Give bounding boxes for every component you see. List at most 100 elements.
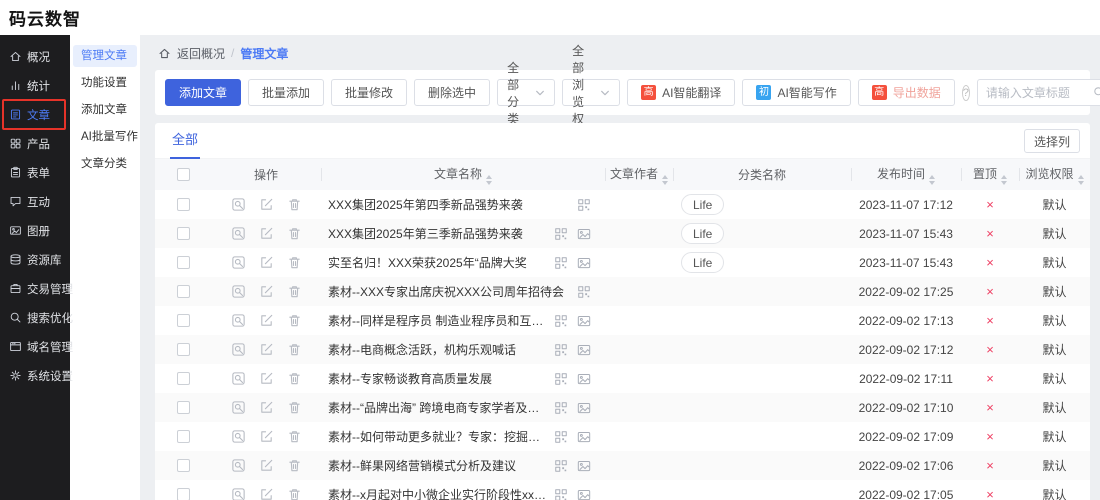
preview-icon[interactable]	[231, 487, 246, 500]
category-filter-select[interactable]: 全部分类	[497, 79, 555, 106]
edit-icon[interactable]	[259, 487, 274, 500]
sidebar-item-seo[interactable]: 搜索优化	[0, 303, 70, 332]
search-input[interactable]	[986, 86, 1087, 100]
select-all-checkbox[interactable]	[177, 168, 190, 181]
row-checkbox[interactable]	[177, 488, 190, 500]
article-name[interactable]: 素材--x月起对中小微企业实行阶段性xxx服务xxx内容	[328, 486, 554, 500]
preview-icon[interactable]	[231, 458, 246, 473]
sidebar-item-overview[interactable]: 概况	[0, 42, 70, 71]
image-icon[interactable]	[577, 343, 591, 357]
delete-icon[interactable]	[287, 400, 302, 415]
qr-code-icon[interactable]	[554, 401, 568, 415]
delete-icon[interactable]	[287, 197, 302, 212]
submenu-item-article-categories[interactable]: 文章分类	[73, 153, 137, 175]
batch-add-button[interactable]: 批量添加	[248, 79, 324, 106]
row-checkbox[interactable]	[177, 459, 190, 472]
edit-icon[interactable]	[259, 429, 274, 444]
edit-icon[interactable]	[259, 313, 274, 328]
submenu-item-feature-settings[interactable]: 功能设置	[73, 72, 137, 94]
row-checkbox[interactable]	[177, 372, 190, 385]
delete-icon[interactable]	[287, 458, 302, 473]
delete-icon[interactable]	[287, 342, 302, 357]
top-flag[interactable]: ×	[986, 197, 994, 212]
article-name[interactable]: 素材--电商概念活跃，机构乐观喊话	[328, 341, 554, 358]
sidebar-item-forms[interactable]: 表单	[0, 158, 70, 187]
top-flag[interactable]: ×	[986, 371, 994, 386]
article-name[interactable]: 素材--鲜果网络营销模式分析及建议	[328, 457, 554, 474]
row-checkbox[interactable]	[177, 314, 190, 327]
edit-icon[interactable]	[259, 342, 274, 357]
column-header-time[interactable]: 发布时间	[851, 159, 961, 190]
qr-code-icon[interactable]	[554, 430, 568, 444]
row-checkbox[interactable]	[177, 430, 190, 443]
preview-icon[interactable]	[231, 400, 246, 415]
qr-code-icon[interactable]	[554, 372, 568, 386]
row-checkbox[interactable]	[177, 256, 190, 269]
preview-icon[interactable]	[231, 429, 246, 444]
edit-icon[interactable]	[259, 197, 274, 212]
delete-icon[interactable]	[287, 226, 302, 241]
preview-icon[interactable]	[231, 226, 246, 241]
help-icon[interactable]: ?	[962, 85, 970, 101]
sort-icon[interactable]	[1001, 175, 1007, 185]
column-header-name[interactable]: 文章名称	[321, 159, 605, 190]
top-flag[interactable]: ×	[986, 255, 994, 270]
top-flag[interactable]: ×	[986, 458, 994, 473]
delete-icon[interactable]	[287, 255, 302, 270]
select-columns-button[interactable]: 选择列	[1024, 129, 1080, 153]
permission-filter-select[interactable]: 全部浏览权限	[562, 79, 620, 106]
top-flag[interactable]: ×	[986, 226, 994, 241]
article-name[interactable]: 素材--XXX专家出席庆祝XXX公司周年招待会	[328, 283, 577, 300]
row-checkbox[interactable]	[177, 227, 190, 240]
export-data-button[interactable]: 高 导出数据	[858, 79, 955, 106]
delete-icon[interactable]	[287, 313, 302, 328]
column-header-author[interactable]: 文章作者	[605, 159, 673, 190]
top-flag[interactable]: ×	[986, 342, 994, 357]
edit-icon[interactable]	[259, 226, 274, 241]
row-checkbox[interactable]	[177, 198, 190, 211]
sidebar-item-articles[interactable]: 文章	[0, 100, 70, 129]
sidebar-item-settings[interactable]: 系统设置	[0, 361, 70, 390]
sidebar-item-resources[interactable]: 资源库	[0, 245, 70, 274]
delete-icon[interactable]	[287, 284, 302, 299]
article-name[interactable]: XXX集团2025年第三季新品强势来袭	[328, 225, 554, 242]
qr-code-icon[interactable]	[554, 343, 568, 357]
image-icon[interactable]	[577, 227, 591, 241]
edit-icon[interactable]	[259, 458, 274, 473]
delete-selected-button[interactable]: 删除选中	[414, 79, 490, 106]
column-header-top[interactable]: 置顶	[961, 159, 1019, 190]
preview-icon[interactable]	[231, 313, 246, 328]
batch-edit-button[interactable]: 批量修改	[331, 79, 407, 106]
add-article-button[interactable]: 添加文章	[165, 79, 241, 106]
qr-code-icon[interactable]	[554, 256, 568, 270]
ai-write-button[interactable]: 初 AI智能写作	[742, 79, 850, 106]
breadcrumb-back[interactable]: 返回概况	[177, 45, 225, 62]
row-checkbox[interactable]	[177, 401, 190, 414]
image-icon[interactable]	[577, 256, 591, 270]
qr-code-icon[interactable]	[554, 488, 568, 500]
preview-icon[interactable]	[231, 284, 246, 299]
image-icon[interactable]	[577, 401, 591, 415]
image-icon[interactable]	[577, 372, 591, 386]
top-flag[interactable]: ×	[986, 400, 994, 415]
qr-code-icon[interactable]	[554, 459, 568, 473]
sidebar-item-trade[interactable]: 交易管理	[0, 274, 70, 303]
qr-code-icon[interactable]	[554, 227, 568, 241]
sort-icon[interactable]	[929, 175, 935, 185]
edit-icon[interactable]	[259, 284, 274, 299]
submenu-item-ai-batch-writing[interactable]: AI批量写作	[73, 126, 137, 148]
edit-icon[interactable]	[259, 371, 274, 386]
row-checkbox[interactable]	[177, 343, 190, 356]
top-flag[interactable]: ×	[986, 487, 994, 500]
sidebar-item-products[interactable]: 产品	[0, 129, 70, 158]
qr-code-icon[interactable]	[577, 285, 591, 299]
row-checkbox[interactable]	[177, 285, 190, 298]
sidebar-item-gallery[interactable]: 图册	[0, 216, 70, 245]
preview-icon[interactable]	[231, 255, 246, 270]
article-name[interactable]: 素材--同样是程序员 制造业程序员和互联网程序员有什么不...	[328, 312, 554, 329]
qr-code-icon[interactable]	[577, 198, 591, 212]
submenu-item-manage-articles[interactable]: 管理文章	[73, 45, 137, 67]
delete-icon[interactable]	[287, 429, 302, 444]
top-flag[interactable]: ×	[986, 313, 994, 328]
submenu-item-add-article[interactable]: 添加文章	[73, 99, 137, 121]
